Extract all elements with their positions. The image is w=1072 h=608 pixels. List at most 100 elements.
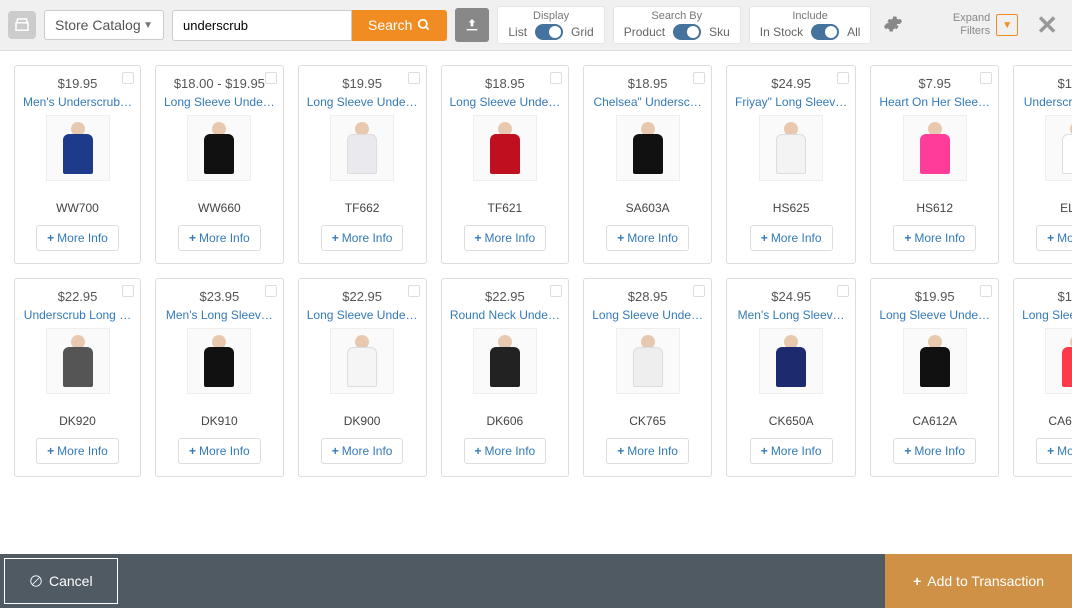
upload-icon (464, 17, 480, 33)
store-icon (8, 11, 36, 39)
chevron-down-icon: ▼ (996, 14, 1018, 36)
more-info-button[interactable]: More Info (464, 225, 547, 251)
product-name-link[interactable]: Long Sleeve Unde… (592, 308, 703, 322)
include-toggle[interactable]: Include In Stock All (749, 6, 872, 44)
product-card: $19.95 Long Sleeve Unde… CA608X13 More I… (1013, 278, 1072, 477)
add-to-transaction-button[interactable]: + Add to Transaction (885, 554, 1072, 608)
select-checkbox[interactable] (408, 285, 420, 297)
product-thumbnail[interactable] (903, 328, 967, 394)
product-name-link[interactable]: Round Neck Unde… (450, 308, 561, 322)
product-thumbnail[interactable] (330, 115, 394, 181)
product-name-link[interactable]: Underscrub Long … (23, 308, 132, 322)
product-card: $22.95 Round Neck Unde… DK606 More Info (441, 278, 570, 477)
close-icon: ✕ (1036, 10, 1058, 40)
more-info-button[interactable]: More Info (178, 225, 261, 251)
product-name-link[interactable]: Long Sleeve Unde… (1022, 308, 1072, 322)
product-thumbnail[interactable] (473, 115, 537, 181)
product-thumbnail[interactable] (759, 328, 823, 394)
select-checkbox[interactable] (693, 72, 705, 84)
select-checkbox[interactable] (980, 285, 992, 297)
more-info-button[interactable]: More Info (178, 438, 261, 464)
more-info-button[interactable]: More Info (1036, 225, 1072, 251)
product-card: $18.95 Chelsea" Undersc… SA603A More Inf… (583, 65, 712, 264)
settings-button[interactable] (883, 14, 903, 37)
select-checkbox[interactable] (265, 285, 277, 297)
product-sku: TF662 (345, 201, 380, 215)
product-sku: CK765 (629, 414, 666, 428)
product-sku: WW660 (198, 201, 241, 215)
catalog-dropdown[interactable]: Store Catalog ▼ (44, 10, 164, 40)
expand-filters-label: Expand Filters (953, 12, 990, 38)
product-name-link[interactable]: Men's Long Sleev… (164, 308, 275, 322)
select-checkbox[interactable] (550, 285, 562, 297)
product-sku: CA612A (912, 414, 957, 428)
product-thumbnail[interactable] (187, 115, 251, 181)
select-checkbox[interactable] (550, 72, 562, 84)
more-info-button[interactable]: More Info (750, 438, 833, 464)
select-checkbox[interactable] (122, 72, 134, 84)
search-input[interactable] (172, 10, 352, 41)
product-thumbnail[interactable] (187, 328, 251, 394)
product-name-link[interactable]: Long Sleeve Unde… (307, 95, 418, 109)
more-info-button[interactable]: More Info (464, 438, 547, 464)
product-thumbnail[interactable] (46, 328, 110, 394)
product-name-link[interactable]: Men's Underscrub… (23, 95, 132, 109)
select-checkbox[interactable] (408, 72, 420, 84)
product-thumbnail[interactable] (473, 328, 537, 394)
include-all-label: All (847, 25, 860, 39)
product-thumbnail[interactable] (46, 115, 110, 181)
product-name-link[interactable]: Long Sleeve Unde… (164, 95, 275, 109)
include-label: Include (792, 10, 827, 22)
search-wrap: Search (172, 10, 447, 41)
more-info-button[interactable]: More Info (606, 225, 689, 251)
upload-button[interactable] (455, 8, 489, 42)
product-thumbnail[interactable] (330, 328, 394, 394)
product-thumbnail[interactable] (1045, 328, 1072, 394)
product-sku: HS612 (916, 201, 953, 215)
product-thumbnail[interactable] (616, 115, 680, 181)
product-name-link[interactable]: Long Sleeve Unde… (879, 308, 990, 322)
product-card: $24.95 Friyay" Long Sleev… HS625 More In… (726, 65, 856, 264)
product-sku: TF621 (488, 201, 523, 215)
product-name-link[interactable]: Friyay" Long Sleev… (735, 95, 847, 109)
select-checkbox[interactable] (837, 72, 849, 84)
more-info-button[interactable]: More Info (321, 438, 404, 464)
product-name-link[interactable]: Chelsea" Undersc… (592, 95, 703, 109)
select-checkbox[interactable] (265, 72, 277, 84)
more-info-button[interactable]: More Info (1036, 438, 1072, 464)
cancel-button[interactable]: Cancel (4, 558, 118, 604)
more-info-button[interactable]: More Info (750, 225, 833, 251)
display-toggle[interactable]: Display List Grid (497, 6, 604, 44)
close-button[interactable]: ✕ (1036, 10, 1058, 41)
product-name-link[interactable]: Underscrubs Knit … (1022, 95, 1072, 109)
more-info-button[interactable]: More Info (893, 225, 976, 251)
more-info-button[interactable]: More Info (36, 225, 119, 251)
product-thumbnail[interactable] (616, 328, 680, 394)
product-thumbnail[interactable] (759, 115, 823, 181)
product-name-link[interactable]: Heart On Her Slee… (879, 95, 990, 109)
plus-icon: + (913, 573, 921, 589)
more-info-button[interactable]: More Info (893, 438, 976, 464)
search-icon (417, 18, 431, 32)
product-price: $23.95 (199, 289, 239, 304)
more-info-button[interactable]: More Info (321, 225, 404, 251)
product-price: $22.95 (485, 289, 525, 304)
more-info-button[interactable]: More Info (606, 438, 689, 464)
more-info-button[interactable]: More Info (36, 438, 119, 464)
searchby-toggle[interactable]: Search By Product Sku (613, 6, 741, 44)
product-name-link[interactable]: Long Sleeve Unde… (307, 308, 418, 322)
product-sku: DK910 (201, 414, 238, 428)
select-checkbox[interactable] (980, 72, 992, 84)
select-checkbox[interactable] (837, 285, 849, 297)
select-checkbox[interactable] (693, 285, 705, 297)
select-checkbox[interactable] (122, 285, 134, 297)
product-name-link[interactable]: Men's Long Sleev… (735, 308, 847, 322)
expand-filters-button[interactable]: Expand Filters ▼ (953, 12, 1018, 38)
search-button[interactable]: Search (352, 10, 447, 41)
product-thumbnail[interactable] (903, 115, 967, 181)
product-name-link[interactable]: Long Sleeve Unde… (450, 95, 561, 109)
product-sku: SA603A (626, 201, 670, 215)
product-card: $22.95 Long Sleeve Unde… DK900 More Info (298, 278, 427, 477)
product-thumbnail[interactable] (1045, 115, 1072, 181)
cancel-label: Cancel (49, 573, 93, 589)
